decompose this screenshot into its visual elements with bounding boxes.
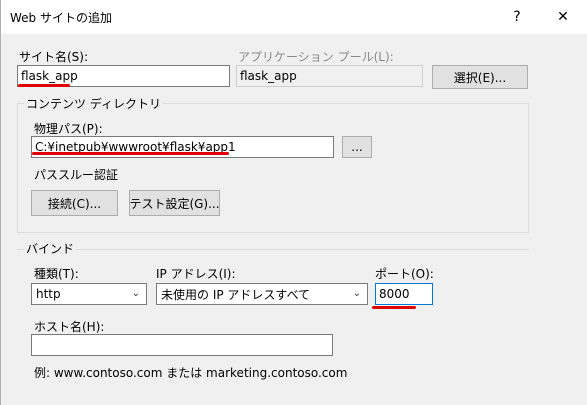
binding-type-label: 種類(T): bbox=[34, 267, 79, 281]
port-annotation-underline bbox=[372, 306, 416, 309]
host-name-input[interactable] bbox=[31, 334, 333, 356]
physical-path-label: 物理パス(P): bbox=[34, 122, 103, 136]
content-directory-title: コンテンツ ディレクトリ bbox=[24, 95, 163, 112]
close-button[interactable]: ✕ bbox=[541, 0, 585, 34]
host-name-label: ホスト名(H): bbox=[34, 320, 105, 334]
dialog-title: Web サイトの追加 bbox=[10, 11, 112, 25]
ip-address-select[interactable]: 未使用の IP アドレスすべて ⌄ bbox=[156, 283, 368, 305]
add-website-dialog: Web サイトの追加 ? ✕ サイト名(S): flask_app アプリケーシ… bbox=[0, 0, 587, 405]
title-bar: Web サイトの追加 ? ✕ bbox=[1, 0, 587, 34]
test-settings-button[interactable]: テスト設定(G)... bbox=[129, 190, 220, 216]
site-name-label: サイト名(S): bbox=[19, 50, 89, 64]
connect-as-button[interactable]: 接続(C)... bbox=[31, 190, 118, 216]
binding-group-line bbox=[17, 249, 529, 250]
chevron-down-icon: ⌄ bbox=[352, 287, 361, 299]
host-name-example: 例: www.contoso.com または marketing.contoso… bbox=[34, 366, 348, 380]
help-icon: ? bbox=[513, 9, 521, 25]
port-value: 8000 bbox=[379, 287, 410, 301]
port-input[interactable]: 8000 bbox=[375, 283, 433, 305]
ip-address-label: IP アドレス(I): bbox=[156, 267, 236, 281]
binding-type-select[interactable]: http ⌄ bbox=[31, 283, 147, 305]
ip-address-value: 未使用の IP アドレスすべて bbox=[161, 287, 311, 302]
passthrough-auth-label: パススルー認証 bbox=[34, 168, 119, 182]
binding-type-value: http bbox=[36, 287, 61, 301]
select-app-pool-button[interactable]: 選択(E)... bbox=[432, 65, 528, 89]
app-pool-value: flask_app bbox=[240, 69, 297, 83]
binding-title: バインド bbox=[24, 240, 77, 257]
browse-button[interactable]: ... bbox=[342, 136, 372, 158]
close-icon: ✕ bbox=[557, 9, 569, 25]
physical-path-annotation-underline bbox=[32, 152, 229, 155]
port-label: ポート(O): bbox=[375, 267, 434, 281]
app-pool-field: flask_app bbox=[236, 65, 423, 87]
chevron-down-icon: ⌄ bbox=[131, 287, 140, 299]
site-name-value: flask_app bbox=[21, 69, 78, 83]
app-pool-label: アプリケーション プール(L): bbox=[238, 50, 394, 64]
help-button[interactable]: ? bbox=[495, 0, 539, 34]
site-name-annotation-underline bbox=[18, 84, 70, 87]
